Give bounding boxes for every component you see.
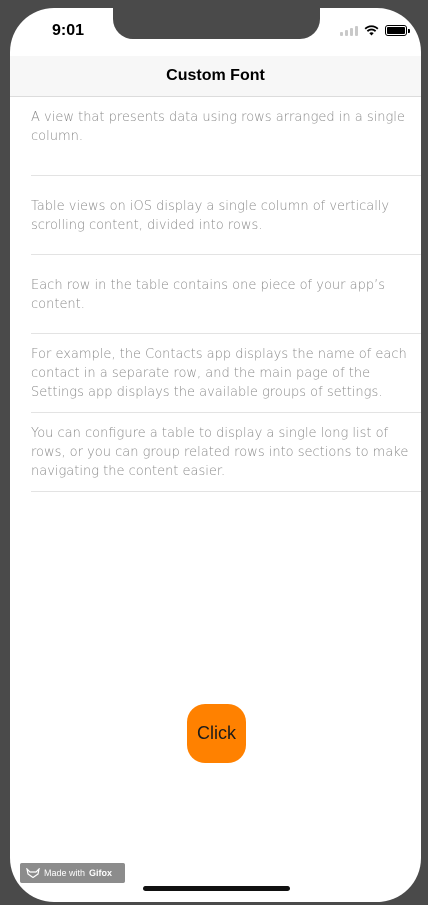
watermark-brand: Gifox	[89, 868, 113, 878]
row-text: You can configure a table to display a s…	[31, 426, 409, 479]
row-text: Table views on iOS display a single colu…	[31, 199, 390, 233]
home-indicator	[143, 886, 290, 891]
status-time: 9:01	[52, 22, 85, 39]
table-view[interactable]: A view that presents data using rows arr…	[10, 97, 421, 492]
row-text: Each row in the table contains one piece…	[31, 278, 386, 312]
table-row[interactable]: Each row in the table contains one piece…	[10, 255, 421, 334]
watermark-prefix: Made with	[44, 868, 86, 878]
battery-icon	[385, 25, 410, 36]
wifi-icon	[364, 25, 379, 36]
table-row[interactable]: For example, the Contacts app displays t…	[10, 334, 421, 413]
row-text: A view that presents data using rows arr…	[31, 110, 405, 144]
table-row[interactable]: Table views on iOS display a single colu…	[10, 176, 421, 255]
navigation-bar: Custom Font	[10, 56, 421, 97]
table-row[interactable]: A view that presents data using rows arr…	[10, 97, 421, 176]
page-title: Custom Font	[166, 67, 265, 84]
phone-screen: 9:01 Custom Font A view that presents da…	[10, 8, 421, 902]
table-row[interactable]: You can configure a table to display a s…	[10, 413, 421, 492]
click-button[interactable]: Click	[187, 704, 246, 763]
status-icons	[340, 25, 410, 36]
signal-icon	[340, 25, 358, 36]
status-bar: 9:01	[10, 8, 421, 56]
gifox-watermark: Made with Gifox	[20, 863, 125, 883]
row-text: For example, the Contacts app displays t…	[31, 347, 407, 400]
fox-icon	[26, 868, 40, 878]
